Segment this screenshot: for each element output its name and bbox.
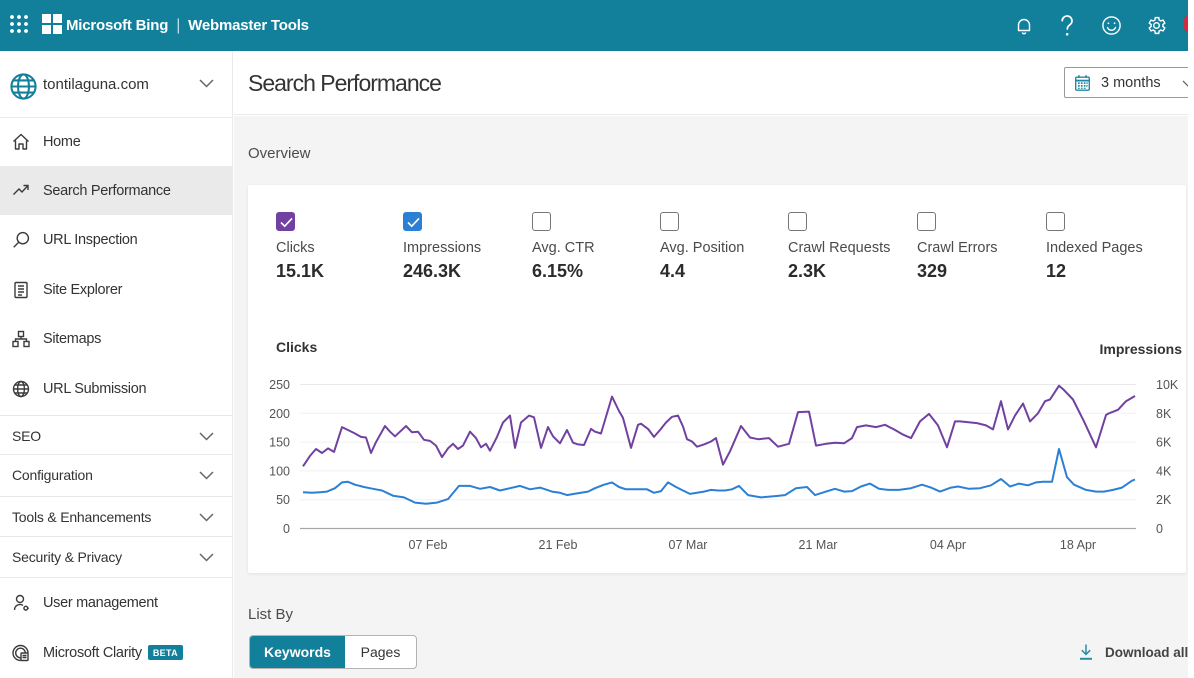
svg-text:07 Mar: 07 Mar (669, 538, 708, 552)
svg-text:Clicks: Clicks (276, 339, 317, 355)
svg-text:0: 0 (1156, 522, 1163, 536)
svg-text:200: 200 (269, 407, 290, 421)
svg-text:8K: 8K (1156, 407, 1172, 421)
svg-text:100: 100 (269, 464, 290, 478)
svg-text:18 Apr: 18 Apr (1060, 538, 1096, 552)
svg-text:50: 50 (276, 493, 290, 507)
svg-text:0: 0 (283, 522, 290, 536)
svg-text:2K: 2K (1156, 493, 1172, 507)
svg-text:Impressions: Impressions (1100, 341, 1183, 357)
svg-text:6K: 6K (1156, 436, 1172, 450)
svg-text:21 Mar: 21 Mar (799, 538, 838, 552)
svg-text:21 Feb: 21 Feb (539, 538, 578, 552)
svg-text:10K: 10K (1156, 378, 1179, 392)
svg-text:150: 150 (269, 436, 290, 450)
svg-text:04 Apr: 04 Apr (930, 538, 966, 552)
svg-text:07 Feb: 07 Feb (409, 538, 448, 552)
svg-text:250: 250 (269, 378, 290, 392)
svg-text:4K: 4K (1156, 464, 1172, 478)
